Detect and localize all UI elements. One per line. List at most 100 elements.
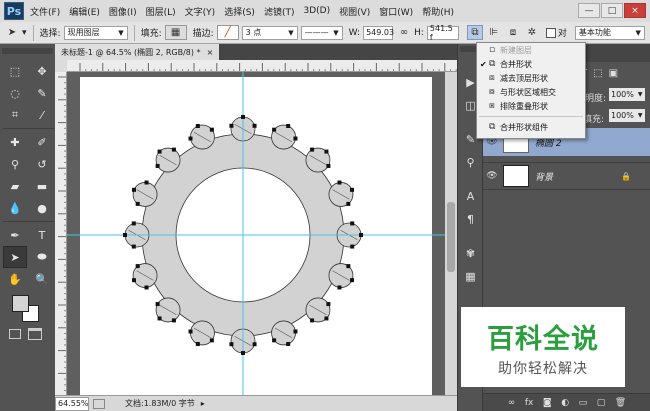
layer-name[interactable]: 背景 (535, 170, 553, 183)
anchor-point[interactable] (350, 221, 355, 226)
menu-file[interactable]: 文件(F) (30, 5, 60, 18)
anchor-point[interactable] (229, 342, 234, 347)
path-operations-icon[interactable]: ⧉ (466, 25, 483, 40)
anchor-point[interactable] (252, 123, 257, 128)
anchor-point[interactable] (135, 264, 140, 269)
clone-stamp-tool-icon[interactable]: ⚲ (3, 153, 27, 175)
path-alignment-icon[interactable]: ⊫ (486, 25, 502, 40)
canvas-area[interactable] (67, 72, 445, 395)
anchor-point[interactable] (195, 123, 200, 128)
menu-layer[interactable]: 图层(L) (146, 5, 176, 18)
trash-icon[interactable]: 🗑 (615, 398, 626, 408)
color-panel-icon[interactable]: ✾ (460, 243, 481, 263)
menu-item-merge-components[interactable]: ⧉ 合并形状组件 (477, 120, 585, 134)
anchor-point[interactable] (324, 149, 329, 154)
path-arrangement-icon[interactable]: ⧈ (505, 25, 521, 40)
anchor-point[interactable] (324, 316, 329, 321)
anchor-point[interactable] (252, 342, 257, 347)
anchor-point[interactable] (209, 127, 214, 132)
eraser-tool-icon[interactable]: ▰ (3, 175, 27, 197)
anchor-point[interactable] (157, 316, 162, 321)
anchor-point[interactable] (131, 187, 136, 192)
anchor-point[interactable] (310, 147, 315, 152)
anchor-point[interactable] (144, 285, 149, 290)
anchor-point[interactable] (188, 136, 193, 141)
maximize-button[interactable]: □ (601, 3, 623, 18)
horizontal-ruler[interactable] (67, 60, 457, 72)
quick-mask-icon[interactable] (9, 329, 21, 339)
screen-mode-icon[interactable] (28, 328, 42, 340)
menu-item-new-layer[interactable]: ▫ 新建图层 (477, 43, 585, 57)
width-input[interactable]: 549.03 (363, 25, 394, 40)
gear-icon[interactable]: ✲ (524, 25, 540, 40)
anchor-point[interactable] (272, 338, 277, 343)
brush-tool-icon[interactable]: ✐ (30, 131, 54, 153)
menu-view[interactable]: 视图(V) (339, 5, 370, 18)
link-icon[interactable]: ∞ (396, 25, 412, 40)
menu-edit[interactable]: 编辑(E) (69, 5, 100, 18)
move-tool-icon[interactable]: ✥ (30, 60, 54, 82)
blur-tool-icon[interactable]: 💧 (3, 197, 27, 219)
status-menu-icon[interactable] (93, 398, 105, 409)
menu-image[interactable]: 图像(I) (109, 5, 137, 18)
document-tab[interactable]: 未标题-1 @ 64.5% (椭圆 2, RGB/8) * × (55, 44, 220, 60)
history-brush-tool-icon[interactable]: ↺ (30, 153, 54, 175)
foreground-color-swatch[interactable] (12, 295, 29, 312)
anchor-point[interactable] (286, 342, 291, 347)
minimize-button[interactable]: — (578, 3, 600, 18)
fill-opacity-input[interactable]: 100% ▼ (609, 109, 645, 122)
path-selection-tool-icon[interactable]: ➤ (3, 246, 27, 268)
stroke-width-select[interactable]: 3 点 ▼ (241, 25, 298, 40)
anchor-point[interactable] (155, 163, 160, 168)
anchor-point[interactable] (293, 329, 298, 334)
vertical-ruler[interactable] (55, 72, 67, 395)
crop-tool-icon[interactable]: ⌗ (3, 104, 27, 126)
anchor-point[interactable] (346, 264, 351, 269)
new-layer-icon[interactable]: ▢ (597, 398, 606, 408)
close-tab-icon[interactable]: × (207, 48, 214, 57)
pen-tool-icon[interactable]: ✒ (3, 224, 27, 246)
menu-item-exclude-overlap[interactable]: ⧆ 排除重叠形状 (477, 99, 585, 113)
anchor-point[interactable] (171, 318, 176, 323)
anchor-point[interactable] (195, 342, 200, 347)
paragraph-icon[interactable]: ¶ (460, 209, 481, 229)
eyedropper-tool-icon[interactable]: ⁄ (30, 104, 54, 126)
marquee-tool-icon[interactable]: ⬚ (3, 60, 27, 82)
layer-row-background[interactable]: 👁 背景 🔒 (483, 162, 650, 190)
menu-select[interactable]: 选择(S) (224, 5, 255, 18)
menu-item-intersect[interactable]: ⧇ 与形状区域相交 (477, 85, 585, 99)
hand-tool-icon[interactable]: ✋ (3, 268, 27, 290)
smart-object-filter-icon[interactable]: ▣ (609, 68, 618, 79)
anchor-point[interactable] (359, 233, 363, 237)
anchor-point[interactable] (350, 278, 355, 283)
anchor-point[interactable] (286, 123, 291, 128)
menu-item-combine-shapes[interactable]: ✔ ⧉ 合并形状 (477, 57, 585, 71)
shape-filter-icon[interactable]: ⬚ (593, 68, 602, 79)
stroke-type-select[interactable]: ——— ▼ (300, 25, 343, 40)
swatches-icon[interactable]: ▦ (460, 266, 481, 286)
anchor-point[interactable] (229, 123, 234, 128)
anchor-point[interactable] (293, 136, 298, 141)
anchor-point[interactable] (157, 149, 162, 154)
zoom-tool-icon[interactable]: 🔍 (30, 268, 54, 290)
folder-icon[interactable]: ▭ (579, 398, 588, 408)
anchor-point[interactable] (310, 318, 315, 323)
menu-window[interactable]: 窗口(W) (379, 5, 413, 18)
menu-help[interactable]: 帮助(H) (422, 5, 454, 18)
anchor-point[interactable] (155, 302, 160, 307)
gradient-tool-icon[interactable]: ▬ (30, 175, 54, 197)
menu-item-subtract-front[interactable]: ⧈ 减去顶层形状 (477, 71, 585, 85)
close-button[interactable]: × (624, 3, 646, 18)
anchor-point[interactable] (171, 147, 176, 152)
dodge-tool-icon[interactable]: ● (30, 197, 54, 219)
anchor-point[interactable] (144, 180, 149, 185)
height-input[interactable]: 541.5 f (426, 24, 459, 42)
select-dropdown[interactable]: 现用图层 ▼ (63, 25, 128, 40)
anchor-point[interactable] (337, 285, 342, 290)
menu-3d[interactable]: 3D(D) (303, 6, 330, 16)
zoom-level-field[interactable]: 64.55% (55, 396, 89, 411)
ruler-origin[interactable] (55, 60, 67, 72)
mask-icon[interactable]: ◙ (543, 398, 552, 408)
ellipse-tool-icon[interactable]: ⬬ (30, 246, 54, 268)
anchor-point[interactable] (337, 180, 342, 185)
